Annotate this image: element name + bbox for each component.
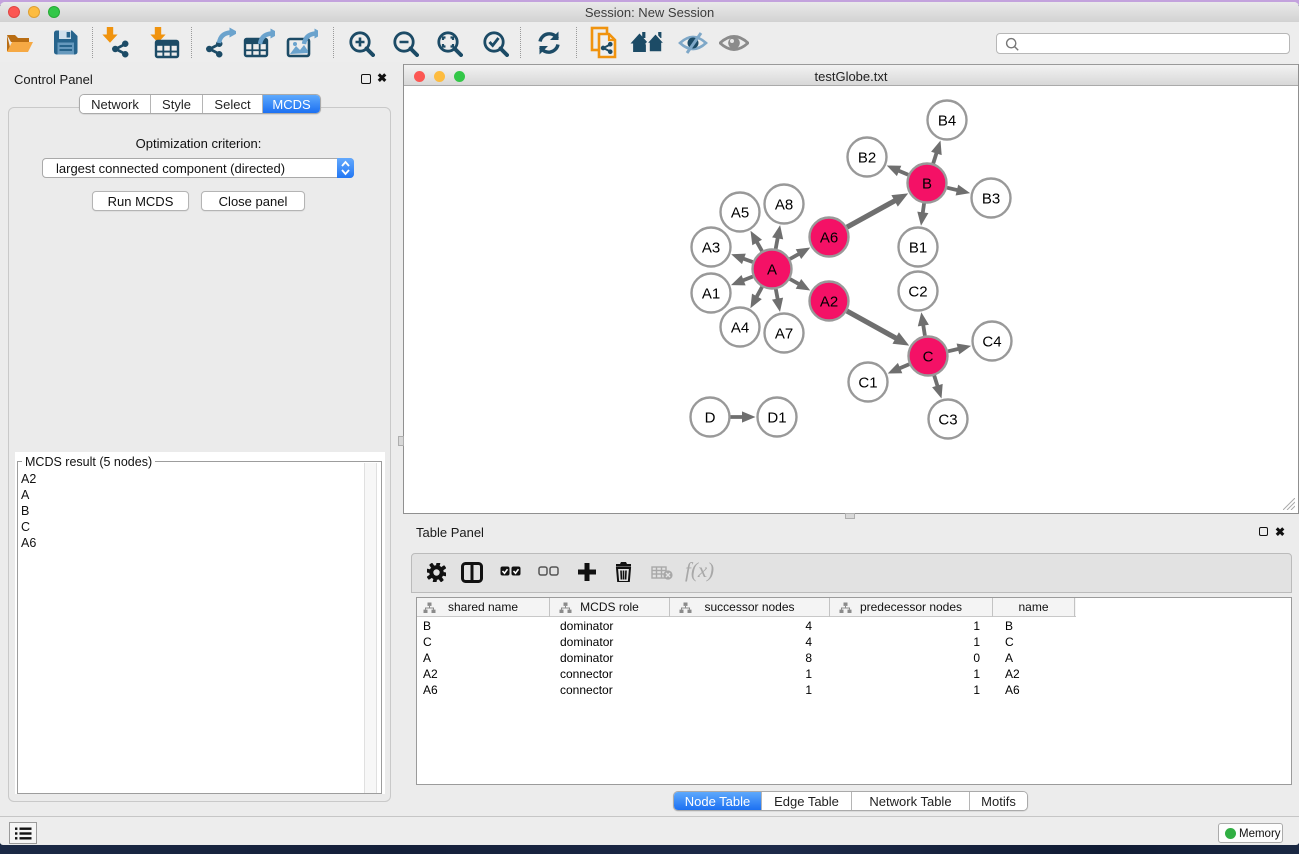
svg-text:A1: A1 [702,286,720,303]
svg-text:C3: C3 [938,412,957,429]
svg-text:A2: A2 [820,294,838,311]
svg-text:A: A [767,262,777,279]
svg-text:D1: D1 [767,410,786,427]
svg-text:B2: B2 [858,150,876,167]
svg-text:B4: B4 [938,113,956,130]
svg-text:A8: A8 [775,197,793,214]
svg-text:A3: A3 [702,240,720,257]
svg-text:A5: A5 [731,205,749,222]
svg-text:B1: B1 [909,240,927,257]
svg-text:C: C [923,349,934,366]
svg-text:B: B [922,176,932,193]
svg-text:A4: A4 [731,320,749,337]
svg-text:C1: C1 [858,375,877,392]
svg-text:A7: A7 [775,326,793,343]
svg-text:B3: B3 [982,191,1000,208]
svg-text:A6: A6 [820,230,838,247]
svg-text:C2: C2 [908,284,927,301]
svg-text:D: D [705,410,716,427]
svg-text:C4: C4 [982,334,1001,351]
